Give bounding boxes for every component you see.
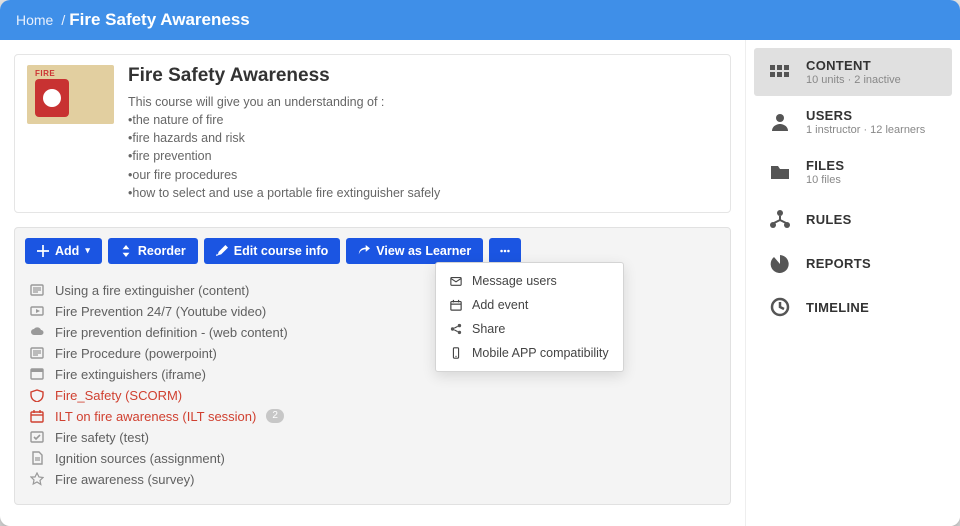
unit-type-icon: [29, 409, 45, 423]
unit-item[interactable]: Fire_Safety (SCORM): [29, 385, 720, 406]
view-as-learner-button[interactable]: View as Learner: [346, 238, 483, 264]
reorder-icon: [120, 245, 132, 257]
course-info: Fire Safety Awareness This course will g…: [128, 65, 440, 202]
edit-course-info-button[interactable]: Edit course info: [204, 238, 340, 264]
unit-type-icon: [29, 451, 45, 465]
timeline-icon: [766, 296, 794, 318]
thumbnail-label: FIRE: [35, 69, 55, 78]
mail-icon: [450, 275, 462, 287]
course-title: Fire Safety Awareness: [128, 65, 440, 87]
sidebar-item-files[interactable]: FILES10 files: [754, 148, 952, 196]
unit-type-icon: [29, 325, 45, 339]
sidebar-title: USERS: [806, 108, 925, 123]
unit-type-icon: [29, 388, 45, 402]
unit-label: Ignition sources (assignment): [55, 451, 225, 466]
unit-label: Using a fire extinguisher (content): [55, 283, 249, 298]
breadcrumb-separator: /: [61, 12, 65, 28]
sidebar-title: REPORTS: [806, 256, 871, 271]
fire-alarm-icon: [35, 79, 69, 117]
files-icon: [766, 161, 794, 183]
toolbar: Add▾ Reorder Edit course info View as Le…: [25, 238, 720, 264]
sidebar-item-timeline[interactable]: TIMELINE: [754, 286, 952, 328]
unit-label: Fire_Safety (SCORM): [55, 388, 182, 403]
sidebar-title: TIMELINE: [806, 300, 869, 315]
course-bullet: •fire hazards and risk: [128, 129, 440, 147]
share-icon: [450, 323, 462, 335]
breadcrumb: Home / Fire Safety Awareness: [0, 0, 960, 40]
unit-label: ILT on fire awareness (ILT session): [55, 409, 256, 424]
unit-label: Fire Procedure (powerpoint): [55, 346, 217, 361]
dots-icon: [499, 245, 511, 257]
unit-type-icon: [29, 283, 45, 297]
unit-type-icon: [29, 304, 45, 318]
course-header: FIRE Fire Safety Awareness This course w…: [14, 54, 731, 213]
sidebar-title: FILES: [806, 158, 844, 173]
main-column: FIRE Fire Safety Awareness This course w…: [0, 40, 745, 526]
calendar-icon: [450, 299, 462, 311]
unit-item[interactable]: Fire safety (test): [29, 427, 720, 448]
breadcrumb-current: Fire Safety Awareness: [69, 10, 249, 30]
unit-label: Fire extinguishers (iframe): [55, 367, 206, 382]
content-icon: [766, 61, 794, 83]
menu-add-event[interactable]: Add event: [436, 293, 623, 317]
unit-label: Fire prevention definition - (web conten…: [55, 325, 288, 340]
menu-message-users[interactable]: Message users: [436, 269, 623, 293]
more-actions-menu: Message users Add event Share Mobile APP…: [435, 262, 624, 372]
unit-item[interactable]: Fire awareness (survey): [29, 469, 720, 490]
unit-item[interactable]: Ignition sources (assignment): [29, 448, 720, 469]
sidebar-item-rules[interactable]: RULES: [754, 198, 952, 240]
unit-badge: 2: [266, 409, 284, 423]
more-actions-button[interactable]: [489, 238, 521, 264]
unit-label: Fire safety (test): [55, 430, 149, 445]
unit-type-icon: [29, 472, 45, 486]
unit-type-icon: [29, 367, 45, 381]
users-icon: [766, 111, 794, 133]
plus-icon: [37, 245, 49, 257]
sidebar-title: CONTENT: [806, 58, 901, 73]
menu-mobile-compat[interactable]: Mobile APP compatibility: [436, 341, 623, 365]
course-thumbnail: FIRE: [27, 65, 114, 124]
unit-label: Fire awareness (survey): [55, 472, 194, 487]
unit-label: Fire Prevention 24/7 (Youtube video): [55, 304, 266, 319]
sidebar-subtitle: 10 units · 2 inactive: [806, 74, 901, 86]
course-bullet: •fire prevention: [128, 147, 440, 165]
add-button[interactable]: Add▾: [25, 238, 102, 264]
sidebar-item-reports[interactable]: REPORTS: [754, 242, 952, 284]
breadcrumb-home[interactable]: Home: [16, 12, 53, 28]
course-bullet: •the nature of fire: [128, 111, 440, 129]
sidebar-title: RULES: [806, 212, 852, 227]
reports-icon: [766, 252, 794, 274]
right-sidebar: CONTENT10 units · 2 inactiveUSERS1 instr…: [745, 40, 960, 526]
menu-share[interactable]: Share: [436, 317, 623, 341]
sidebar-subtitle: 10 files: [806, 174, 844, 186]
reorder-button[interactable]: Reorder: [108, 238, 198, 264]
sidebar-item-content[interactable]: CONTENT10 units · 2 inactive: [754, 48, 952, 96]
sidebar-subtitle: 1 instructor · 12 learners: [806, 124, 925, 136]
unit-type-icon: [29, 346, 45, 360]
pencil-icon: [216, 245, 228, 257]
share-arrow-icon: [358, 245, 370, 257]
course-bullet: •how to select and use a portable fire e…: [128, 184, 440, 202]
course-description: This course will give you an understandi…: [128, 93, 440, 202]
course-bullet: •our fire procedures: [128, 166, 440, 184]
unit-item[interactable]: ILT on fire awareness (ILT session) 2: [29, 406, 720, 427]
app-window: Home / Fire Safety Awareness FIRE Fire S…: [0, 0, 960, 526]
phone-icon: [450, 347, 462, 359]
rules-icon: [766, 208, 794, 230]
sidebar-item-users[interactable]: USERS1 instructor · 12 learners: [754, 98, 952, 146]
content-panel: Add▾ Reorder Edit course info View as Le…: [14, 227, 731, 505]
unit-type-icon: [29, 430, 45, 444]
